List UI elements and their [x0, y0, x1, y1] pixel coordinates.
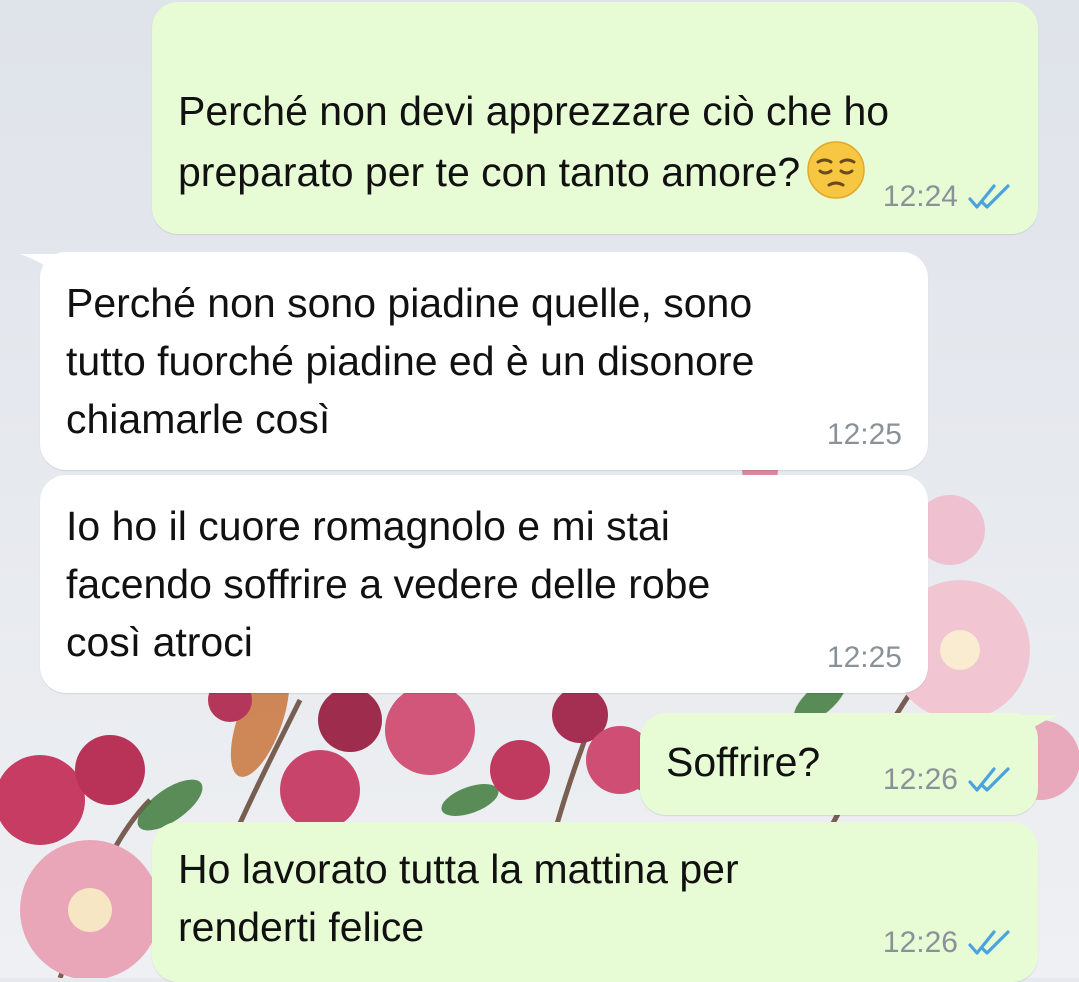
message-text: Perché non sono piadine quelle, sono tut…	[66, 280, 755, 442]
message-timestamp: 12:26	[882, 926, 958, 959]
message-text-content: Perché non devi apprezzare ciò che ho pr…	[178, 88, 890, 195]
message-meta: 12:26	[883, 926, 1014, 960]
message-text: Io ho il cuore romagnolo e mi stai facen…	[66, 503, 711, 665]
message-meta: 12:25	[827, 418, 902, 452]
message-meta: 12:25	[827, 641, 902, 675]
message-bubble-outgoing[interactable]: Perché non devi apprezzare ciò che ho pr…	[152, 2, 1038, 234]
message-bubble-incoming[interactable]: Io ho il cuore romagnolo e mi stai facen…	[40, 475, 928, 693]
message-bubble-outgoing[interactable]: Soffrire? 12:26	[640, 713, 1038, 815]
message-text: Ho lavorato tutta la mattina per rendert…	[178, 846, 739, 950]
message-meta: 12:24	[883, 180, 1014, 214]
read-double-check-icon	[968, 767, 1010, 792]
message-bubble-outgoing[interactable]: Ho lavorato tutta la mattina per rendert…	[152, 822, 1038, 982]
read-double-check-icon	[968, 184, 1010, 209]
message-text: Soffrire?	[666, 739, 821, 785]
message-meta: 12:26	[883, 763, 1014, 797]
read-double-check-icon	[968, 930, 1010, 955]
message-timestamp: 12:24	[882, 180, 958, 213]
message-timestamp: 12:25	[826, 418, 902, 451]
message-bubble-incoming[interactable]: Perché non sono piadine quelle, sono tut…	[40, 252, 928, 470]
pensive-face-emoji-icon	[807, 141, 865, 199]
message-text: Perché non devi apprezzare ciò che ho pr…	[178, 24, 889, 201]
message-timestamp: 12:26	[882, 763, 958, 796]
message-timestamp: 12:25	[826, 641, 902, 674]
